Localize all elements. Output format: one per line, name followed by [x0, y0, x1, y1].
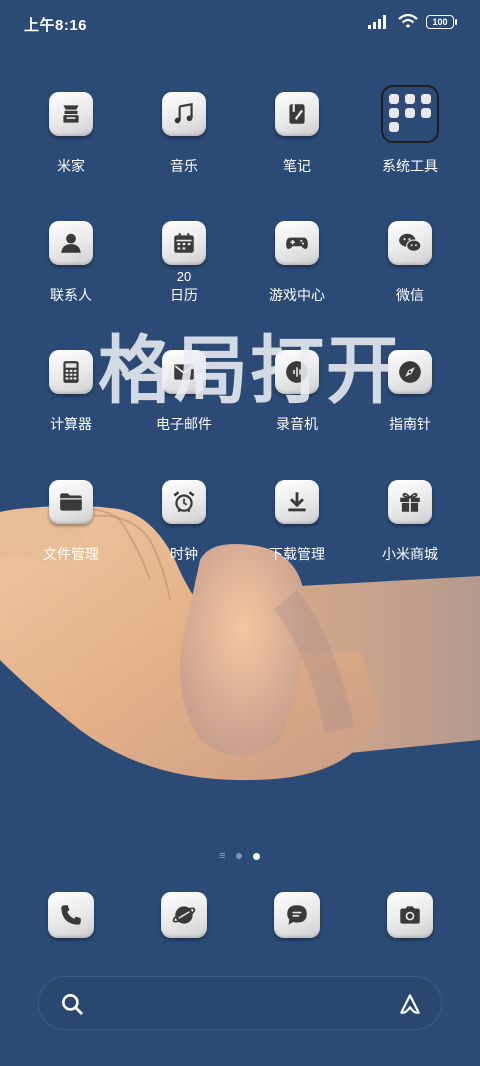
page-indicator[interactable]: ≡ — [0, 850, 480, 862]
app-recorder[interactable]: 录音机 — [242, 350, 352, 434]
app-email[interactable]: 电子邮件 — [129, 350, 239, 434]
status-bar: 上午8:16 100 — [0, 0, 480, 46]
mijia-icon — [49, 92, 93, 136]
clock-icon — [162, 480, 206, 524]
app-calendar[interactable]: 20 日历 — [129, 221, 239, 305]
app-wechat[interactable]: 微信 — [355, 221, 465, 305]
music-icon — [162, 92, 206, 136]
app-row: 联系人 20 日历 游戏中心 微信 — [0, 221, 480, 331]
app-row: 文件管理 时钟 下载管理 小米商城 — [0, 480, 480, 590]
dock-browser[interactable] — [129, 892, 239, 938]
calculator-icon — [49, 350, 93, 394]
search-input[interactable] — [99, 989, 373, 1021]
calendar-date: 20 — [176, 269, 192, 284]
app-label: 笔记 — [283, 158, 311, 174]
wifi-icon — [398, 14, 418, 28]
app-label: 指南针 — [389, 416, 431, 432]
dock-phone[interactable] — [16, 892, 126, 938]
menu-icon: ≡ — [219, 850, 226, 862]
notes-icon — [275, 92, 319, 136]
app-label: 计算器 — [50, 416, 92, 432]
camera-icon — [387, 892, 433, 938]
contacts-icon — [49, 221, 93, 265]
app-label: 米家 — [57, 158, 85, 174]
search-icon — [62, 994, 83, 1015]
recorder-icon — [275, 350, 319, 394]
app-label: 文件管理 — [43, 546, 99, 562]
app-label: 录音机 — [276, 416, 318, 432]
messages-icon — [274, 892, 320, 938]
app-label: 日历 — [170, 287, 198, 303]
app-downloads[interactable]: 下载管理 — [242, 480, 352, 564]
app-label: 联系人 — [50, 287, 92, 303]
app-label: 游戏中心 — [269, 287, 325, 303]
app-mijia[interactable]: 米家 — [16, 92, 126, 176]
app-label: 系统工具 — [382, 158, 438, 174]
app-row: 计算器 电子邮件 录音机 指南针 — [0, 350, 480, 460]
phone-icon — [48, 892, 94, 938]
app-label: 音乐 — [170, 158, 198, 174]
app-label: 电子邮件 — [156, 416, 212, 432]
app-file-manager[interactable]: 文件管理 — [16, 480, 126, 564]
folder-icon — [381, 85, 439, 143]
app-mi-store[interactable]: 小米商城 — [355, 480, 465, 564]
signal-icon — [368, 14, 386, 29]
app-clock[interactable]: 时钟 — [129, 480, 239, 564]
file-manager-icon — [49, 480, 93, 524]
app-label: 时钟 — [170, 546, 198, 562]
wechat-icon — [388, 221, 432, 265]
app-label: 小米商城 — [382, 546, 438, 562]
page-dot-active — [253, 853, 260, 860]
app-compass[interactable]: 指南针 — [355, 350, 465, 434]
app-notes[interactable]: 笔记 — [242, 92, 352, 176]
app-contacts[interactable]: 联系人 — [16, 221, 126, 305]
app-music[interactable]: 音乐 — [129, 92, 239, 176]
app-label: 微信 — [396, 287, 424, 303]
dock-messages[interactable] — [242, 892, 352, 938]
calendar-icon — [162, 221, 206, 265]
mail-icon — [162, 350, 206, 394]
folder-system-tools[interactable]: 系统工具 — [355, 85, 465, 176]
gift-icon — [388, 480, 432, 524]
app-row: 米家 音乐 笔记 系统工具 — [0, 85, 480, 202]
search-bar[interactable] — [38, 976, 442, 1030]
compass-icon — [388, 350, 432, 394]
app-game-center[interactable]: 游戏中心 — [242, 221, 352, 305]
page-dot — [236, 853, 242, 859]
status-time: 上午8:16 — [24, 17, 88, 34]
xiaoai-icon[interactable] — [397, 991, 423, 1017]
dock-camera[interactable] — [355, 892, 465, 938]
status-icons: 100 — [368, 14, 457, 29]
browser-icon — [161, 892, 207, 938]
app-calculator[interactable]: 计算器 — [16, 350, 126, 434]
gamepad-icon — [275, 221, 319, 265]
battery-icon: 100 — [426, 14, 457, 29]
download-icon — [275, 480, 319, 524]
app-label: 下载管理 — [269, 546, 325, 562]
